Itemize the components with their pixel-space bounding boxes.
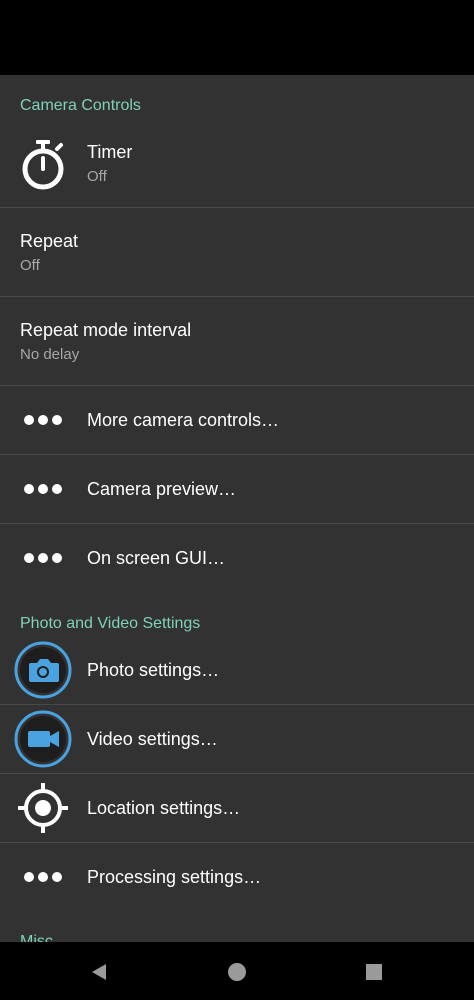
setting-title: Location settings… (87, 798, 241, 818)
setting-title: More camera controls… (87, 410, 280, 430)
location-crosshair-icon (14, 779, 72, 837)
more-dots-icon (14, 460, 72, 518)
section-header-misc: Misc (20, 933, 53, 942)
setting-on-screen-gui[interactable]: On screen GUI… (0, 524, 474, 592)
setting-title: Timer (87, 142, 133, 162)
more-dots-icon (14, 529, 72, 587)
more-dots-icon (14, 391, 72, 449)
setting-timer[interactable]: Timer Off (0, 123, 474, 208)
setting-summary: Off (20, 257, 40, 274)
recents-square-icon[interactable] (363, 961, 385, 983)
section-header-camera-controls: Camera Controls (20, 97, 141, 114)
setting-processing-settings[interactable]: Processing settings… (0, 843, 474, 911)
setting-summary: Off (87, 168, 107, 185)
setting-title: On screen GUI… (87, 548, 226, 568)
setting-summary: No delay (20, 346, 80, 363)
camera-icon (14, 641, 72, 699)
setting-location-settings[interactable]: Location settings… (0, 774, 474, 843)
setting-title: Video settings… (87, 729, 218, 749)
setting-photo-settings[interactable]: Photo settings… (0, 636, 474, 705)
video-camera-icon (14, 710, 72, 768)
status-bar (0, 0, 474, 75)
setting-video-settings[interactable]: Video settings… (0, 705, 474, 774)
home-circle-icon[interactable] (226, 961, 248, 983)
setting-title: Camera preview… (87, 479, 237, 499)
settings-list: Camera Controls Timer Off Repeat Off Rep (0, 75, 474, 942)
setting-camera-preview[interactable]: Camera preview… (0, 455, 474, 524)
setting-title: Repeat mode interval (20, 320, 192, 340)
setting-title: Processing settings… (87, 867, 262, 887)
setting-title: Repeat (20, 231, 79, 251)
setting-repeat-mode-interval[interactable]: Repeat mode interval No delay (0, 297, 474, 386)
setting-title: Photo settings… (87, 660, 220, 680)
timer-icon (14, 136, 72, 194)
back-triangle-icon[interactable] (88, 961, 110, 983)
setting-more-camera-controls[interactable]: More camera controls… (0, 386, 474, 455)
phone-screen: Camera Controls Timer Off Repeat Off Rep (0, 0, 474, 1000)
more-dots-icon (14, 848, 72, 906)
setting-repeat[interactable]: Repeat Off (0, 208, 474, 297)
section-header-photo-video-settings: Photo and Video Settings (20, 615, 201, 632)
navigation-bar (0, 942, 474, 1000)
